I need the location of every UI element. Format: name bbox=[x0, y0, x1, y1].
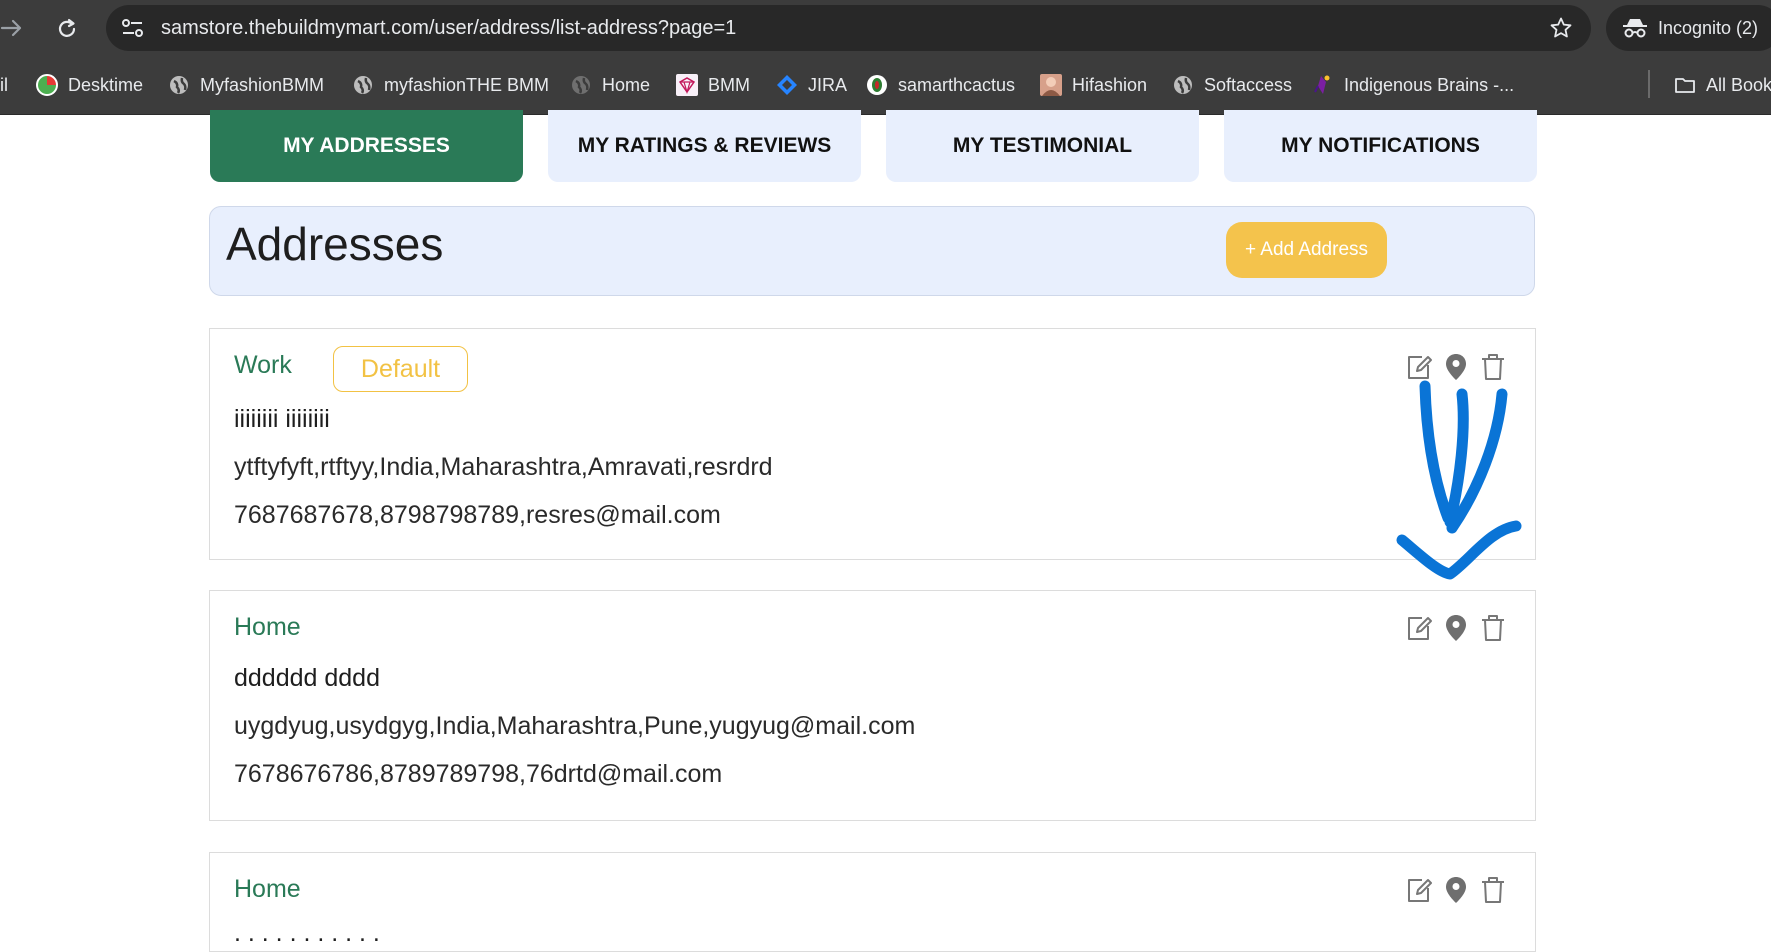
incognito-indicator[interactable]: Incognito (2) bbox=[1606, 5, 1771, 51]
globe-icon bbox=[354, 76, 372, 94]
address-text: ytftyfyft,rtftyy,India,Maharashtra,Amrav… bbox=[234, 453, 773, 481]
address-type-label: Work bbox=[234, 351, 292, 379]
bookmark-label: Indigenous Brains -... bbox=[1344, 74, 1515, 95]
bookmark-label: All Bookmarks bbox=[1706, 74, 1771, 95]
bookmark-softaccess[interactable]: Softaccess bbox=[1172, 73, 1292, 97]
bookmark-label: Hifashion bbox=[1072, 74, 1148, 95]
address-card: Home dddddd dddd uygdyug,usydgyg,India,M… bbox=[209, 590, 1536, 821]
address-name: dddddd dddd bbox=[234, 664, 380, 692]
bookmark-star-icon[interactable] bbox=[1549, 16, 1573, 40]
bookmark-samarthcactus[interactable]: samarthcactus bbox=[866, 73, 1015, 97]
bookmarks-bar: il Desktime MyfashionBMM myfashionTHE BM… bbox=[0, 56, 1771, 115]
bookmark-label: JIRA bbox=[808, 74, 848, 95]
edit-icon[interactable] bbox=[1405, 352, 1433, 382]
bookmark-label: MyfashionBMM bbox=[200, 74, 325, 95]
jira-icon bbox=[777, 75, 797, 95]
add-address-button[interactable]: + Add Address bbox=[1226, 222, 1387, 278]
incognito-label: Incognito (2) bbox=[1658, 18, 1759, 38]
address-actions bbox=[1405, 613, 1505, 643]
bmm-icon bbox=[676, 74, 698, 96]
delete-icon[interactable] bbox=[1479, 875, 1507, 905]
address-name: . . . . . . . . . . . bbox=[234, 919, 380, 947]
bookmark-label: Home bbox=[602, 74, 651, 95]
address-actions bbox=[1405, 352, 1505, 382]
location-pin-icon[interactable] bbox=[1442, 875, 1470, 905]
bookmark-label: samarthcactus bbox=[898, 74, 1016, 95]
address-type-label: Home bbox=[234, 613, 301, 641]
address-text: uygdyug,usydgyg,India,Maharashtra,Pune,y… bbox=[234, 712, 916, 740]
bookmark-mail[interactable]: il bbox=[0, 73, 8, 97]
bookmark-label: Desktime bbox=[68, 74, 144, 95]
site-settings-icon[interactable] bbox=[120, 17, 146, 39]
tab-my-testimonial[interactable]: MY TESTIMONIAL bbox=[886, 110, 1199, 182]
default-badge: Default bbox=[333, 346, 468, 392]
address-actions bbox=[1405, 875, 1505, 905]
forward-arrow-icon[interactable] bbox=[0, 16, 24, 40]
desktime-icon bbox=[36, 74, 58, 96]
address-card: Work Default iiiiiiii iiiiiiii ytftyfyft… bbox=[209, 328, 1536, 560]
address-bar[interactable]: samstore.thebuildmymart.com/user/address… bbox=[106, 5, 1591, 51]
bookmark-label: BMM bbox=[708, 74, 750, 95]
bookmark-myfashionbmm[interactable]: MyfashionBMM bbox=[168, 73, 324, 97]
globe-icon bbox=[170, 76, 188, 94]
indigenous-icon bbox=[1314, 75, 1330, 94]
addresses-header: Addresses + Add Address bbox=[209, 206, 1535, 296]
tab-my-addresses[interactable]: MY ADDRESSES bbox=[210, 110, 523, 182]
bookmarks-divider bbox=[1648, 70, 1650, 98]
tab-my-ratings-reviews[interactable]: MY RATINGS & REVIEWS bbox=[548, 110, 861, 182]
address-contact: 7678676786,8789789798,76drtd@mail.com bbox=[234, 760, 723, 788]
url-text[interactable]: samstore.thebuildmymart.com/user/address… bbox=[161, 17, 736, 40]
bookmark-indigenous-brains[interactable]: Indigenous Brains -... bbox=[1312, 73, 1514, 97]
globe-icon bbox=[1174, 76, 1192, 94]
delete-icon[interactable] bbox=[1479, 352, 1507, 382]
edit-icon[interactable] bbox=[1405, 875, 1433, 905]
edit-icon[interactable] bbox=[1405, 613, 1433, 643]
page-title: Addresses bbox=[226, 218, 444, 270]
location-pin-icon[interactable] bbox=[1442, 613, 1470, 643]
bookmark-jira[interactable]: JIRA bbox=[776, 73, 847, 97]
bookmark-label: myfashionTHE BMM bbox=[384, 74, 550, 95]
delete-icon[interactable] bbox=[1479, 613, 1507, 643]
folder-icon bbox=[1675, 78, 1695, 93]
bookmark-label: il bbox=[0, 74, 8, 95]
incognito-icon bbox=[1623, 19, 1647, 38]
annotation-arrow-icon bbox=[1396, 380, 1522, 580]
location-pin-icon[interactable] bbox=[1442, 352, 1470, 382]
bookmark-myfashionthebmm[interactable]: myfashionTHE BMM bbox=[352, 73, 549, 97]
globe-icon bbox=[572, 76, 590, 94]
reload-icon[interactable] bbox=[54, 16, 80, 42]
address-card: Home . . . . . . . . . . . bbox=[209, 852, 1536, 952]
tab-my-notifications[interactable]: MY NOTIFICATIONS bbox=[1224, 110, 1537, 182]
bookmark-desktime[interactable]: Desktime bbox=[36, 73, 143, 97]
bookmark-hifashion[interactable]: Hifashion bbox=[1040, 73, 1147, 97]
bookmark-all-bookmarks[interactable]: All Bookmarks bbox=[1674, 73, 1771, 97]
address-contact: 7687687678,8798798789,resres@mail.com bbox=[234, 501, 721, 529]
address-type-label: Home bbox=[234, 875, 301, 903]
address-name: iiiiiiii iiiiiiii bbox=[234, 405, 330, 433]
browser-toolbar: samstore.thebuildmymart.com/user/address… bbox=[0, 0, 1771, 56]
cactus-icon bbox=[867, 75, 887, 95]
bookmark-home[interactable]: Home bbox=[570, 73, 650, 97]
bookmark-bmm[interactable]: BMM bbox=[676, 73, 750, 97]
bookmark-label: Softaccess bbox=[1204, 74, 1293, 95]
hifashion-icon bbox=[1040, 74, 1062, 96]
